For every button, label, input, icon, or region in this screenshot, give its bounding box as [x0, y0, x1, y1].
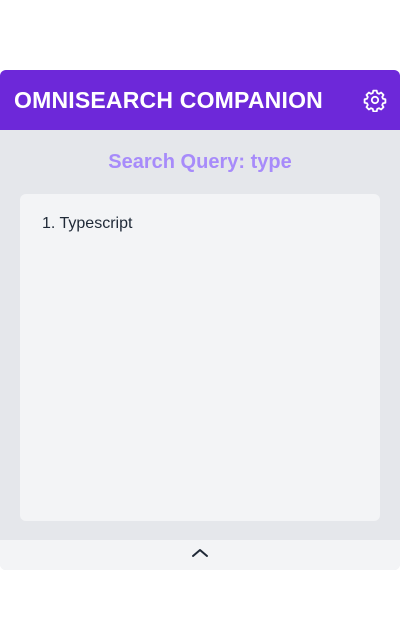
- results-list: 1. Typescript: [20, 194, 380, 521]
- search-query-heading: Search Query: type: [108, 151, 292, 173]
- collapse-toggle-button[interactable]: [0, 540, 400, 570]
- gear-icon[interactable]: [362, 87, 388, 113]
- header-bar: OMNISEARCH COMPANION: [0, 70, 400, 130]
- chevron-up-icon: [191, 546, 209, 564]
- companion-panel: OMNISEARCH COMPANION Search Query: type …: [0, 70, 400, 570]
- result-item[interactable]: 1. Typescript: [42, 212, 380, 236]
- app-title: OMNISEARCH COMPANION: [14, 86, 323, 113]
